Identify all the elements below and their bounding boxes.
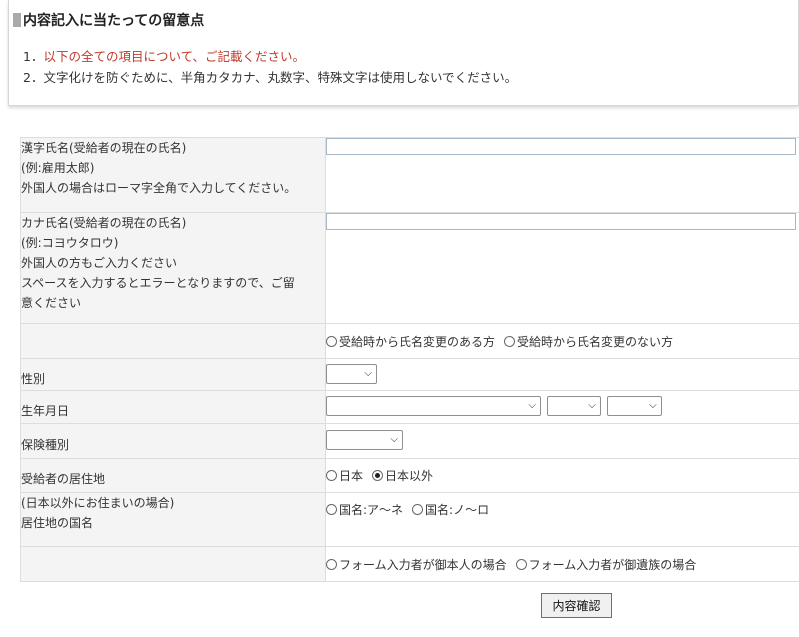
form-filler-option-bereaved[interactable]: フォーム入力者が御遺族の場合 — [515, 556, 697, 573]
notice-line-1-number: 1． — [23, 49, 44, 64]
square-icon — [13, 13, 21, 27]
label-birthdate: 生年月日 — [20, 390, 326, 424]
label-country-line2: 居住地の国名 — [21, 516, 94, 530]
kana-name-input[interactable] — [326, 213, 796, 230]
row-residence: 受給者の居住地 日本 日本以外 — [20, 458, 799, 493]
field-kana-name — [325, 212, 799, 324]
chevron-down-icon: ⌵ — [588, 400, 596, 411]
radio-icon[interactable] — [326, 504, 337, 515]
label-insurance-type-text: 保険種別 — [21, 438, 70, 452]
residence-option-japan-label: 日本 — [339, 469, 364, 483]
label-kana-name-line3: 外国人の方もご入力ください — [21, 256, 178, 270]
name-change-radio-group: 受給時から氏名変更のある方 受給時から氏名変更のない方 — [326, 333, 799, 350]
name-change-option-no-label: 受給時から氏名変更のない方 — [517, 335, 674, 349]
form-filler-option-self-label: フォーム入力者が御本人の場合 — [339, 558, 507, 572]
row-kanji-name: 漢字氏名(受給者の現在の氏名) (例:雇用太郎) 外国人の場合はローマ字全角で入… — [20, 137, 799, 213]
form-filler-option-self[interactable]: フォーム入力者が御本人の場合 — [326, 556, 507, 573]
label-gender-text: 性別 — [21, 372, 46, 386]
label-kanji-name: 漢字氏名(受給者の現在の氏名) (例:雇用太郎) 外国人の場合はローマ字全角で入… — [20, 137, 326, 213]
country-option-a-ne-label: 国名:ア〜ネ — [339, 503, 404, 517]
radio-icon[interactable] — [504, 336, 516, 347]
country-option-no-ro[interactable]: 国名:ノ〜ロ — [412, 501, 489, 518]
chevron-down-icon: ⌵ — [390, 434, 398, 445]
field-gender: ⌵ — [325, 358, 799, 391]
chevron-down-icon: ⌵ — [649, 400, 657, 411]
field-insurance-type: ⌵ — [325, 423, 799, 459]
country-option-a-ne[interactable]: 国名:ア〜ネ — [326, 501, 403, 518]
insurance-type-select[interactable]: ⌵ — [326, 430, 403, 450]
radio-icon[interactable] — [412, 504, 424, 515]
label-kana-name-line4: スペースを入力するとエラーとなりますので、ご留 — [21, 276, 295, 290]
radio-icon[interactable] — [326, 336, 337, 347]
notice-line-2: 2．文字化けを防ぐために、半角カタカナ、丸数字、特殊文字は使用しないでください。 — [23, 70, 518, 85]
application-form: 漢字氏名(受給者の現在の氏名) (例:雇用太郎) 外国人の場合はローマ字全角で入… — [20, 137, 799, 582]
label-birthdate-text: 生年月日 — [21, 404, 70, 418]
confirm-content-button[interactable]: 内容確認 — [541, 593, 612, 618]
radio-checked-icon[interactable] — [372, 470, 384, 481]
name-change-option-no[interactable]: 受給時から氏名変更のない方 — [504, 333, 673, 350]
radio-icon[interactable] — [326, 470, 337, 481]
radio-icon[interactable] — [515, 559, 527, 570]
field-country: 国名:ア〜ネ 国名:ノ〜ロ — [325, 492, 799, 547]
label-residence: 受給者の居住地 — [20, 458, 326, 493]
residence-option-outside-japan[interactable]: 日本以外 — [372, 467, 433, 484]
label-kana-name-line5: 意ください — [21, 296, 82, 310]
birth-month-select[interactable]: ⌵ — [546, 396, 601, 416]
form-filler-radio-group: フォーム入力者が御本人の場合 フォーム入力者が御遺族の場合 — [326, 556, 799, 573]
residence-option-japan[interactable]: 日本 — [326, 467, 363, 484]
notice-line-1-text: 以下の全ての項目について、ご記載ください。 — [43, 49, 305, 64]
country-radio-group: 国名:ア〜ネ 国名:ノ〜ロ — [326, 501, 799, 518]
country-option-no-ro-label: 国名:ノ〜ロ — [425, 503, 490, 517]
form-filler-option-bereaved-label: フォーム入力者が御遺族の場合 — [528, 558, 697, 572]
label-residence-text: 受給者の居住地 — [21, 472, 106, 486]
label-form-filler — [20, 546, 326, 582]
field-form-filler: フォーム入力者が御本人の場合 フォーム入力者が御遺族の場合 — [325, 546, 799, 582]
row-kana-name: カナ氏名(受給者の現在の氏名) (例:コヨウタロウ) 外国人の方もご入力ください… — [20, 212, 799, 324]
residence-option-outside-japan-label: 日本以外 — [385, 469, 434, 483]
chevron-down-icon: ⌵ — [364, 368, 372, 379]
notice-title: 内容記入に当たっての留意点 — [13, 10, 204, 30]
notice-line-1: 1．以下の全ての項目について、ご記載ください。 — [23, 46, 305, 65]
field-residence: 日本 日本以外 — [325, 458, 799, 493]
gender-select[interactable]: ⌵ — [326, 364, 377, 384]
row-birthdate: 生年月日 ⌵ ⌵ ⌵ — [20, 390, 799, 424]
row-insurance-type: 保険種別 ⌵ — [20, 423, 799, 459]
label-kana-name: カナ氏名(受給者の現在の氏名) (例:コヨウタロウ) 外国人の方もご入力ください… — [20, 212, 326, 324]
label-kana-name-line2: (例:コヨウタロウ) — [21, 236, 119, 250]
row-gender: 性別 ⌵ — [20, 358, 799, 391]
row-country: (日本以外にお住まいの場合) 居住地の国名 国名:ア〜ネ 国名:ノ〜ロ — [20, 492, 799, 547]
notice-panel: 内容記入に当たっての留意点 1．以下の全ての項目について、ご記載ください。 2．… — [8, 0, 799, 106]
field-kanji-name — [325, 137, 799, 213]
row-form-filler: フォーム入力者が御本人の場合 フォーム入力者が御遺族の場合 — [20, 546, 799, 582]
residence-radio-group: 日本 日本以外 — [326, 467, 799, 484]
row-name-change: 受給時から氏名変更のある方 受給時から氏名変更のない方 — [20, 323, 799, 359]
label-insurance-type: 保険種別 — [20, 423, 326, 459]
birth-era-year-select[interactable]: ⌵ — [326, 396, 541, 416]
chevron-down-icon: ⌵ — [528, 400, 536, 411]
label-name-change — [20, 323, 326, 359]
name-change-option-yes-label: 受給時から氏名変更のある方 — [339, 335, 496, 349]
radio-icon[interactable] — [326, 559, 337, 570]
label-kanji-name-line2: (例:雇用太郎) — [21, 161, 95, 175]
label-kanji-name-line1: 漢字氏名(受給者の現在の氏名) — [21, 141, 187, 155]
label-country-line1: (日本以外にお住まいの場合) — [21, 496, 175, 510]
field-name-change: 受給時から氏名変更のある方 受給時から氏名変更のない方 — [325, 323, 799, 359]
label-gender: 性別 — [20, 358, 326, 391]
label-kana-name-line1: カナ氏名(受給者の現在の氏名) — [21, 216, 187, 230]
field-birthdate: ⌵ ⌵ ⌵ — [325, 390, 799, 424]
kanji-name-input[interactable] — [326, 138, 796, 155]
name-change-option-yes[interactable]: 受給時から氏名変更のある方 — [326, 333, 495, 350]
label-country: (日本以外にお住まいの場合) 居住地の国名 — [20, 492, 326, 547]
label-kanji-name-line3: 外国人の場合はローマ字全角で入力してください。 — [21, 181, 297, 195]
birth-day-select[interactable]: ⌵ — [606, 396, 662, 416]
notice-title-text: 内容記入に当たっての留意点 — [23, 13, 205, 29]
